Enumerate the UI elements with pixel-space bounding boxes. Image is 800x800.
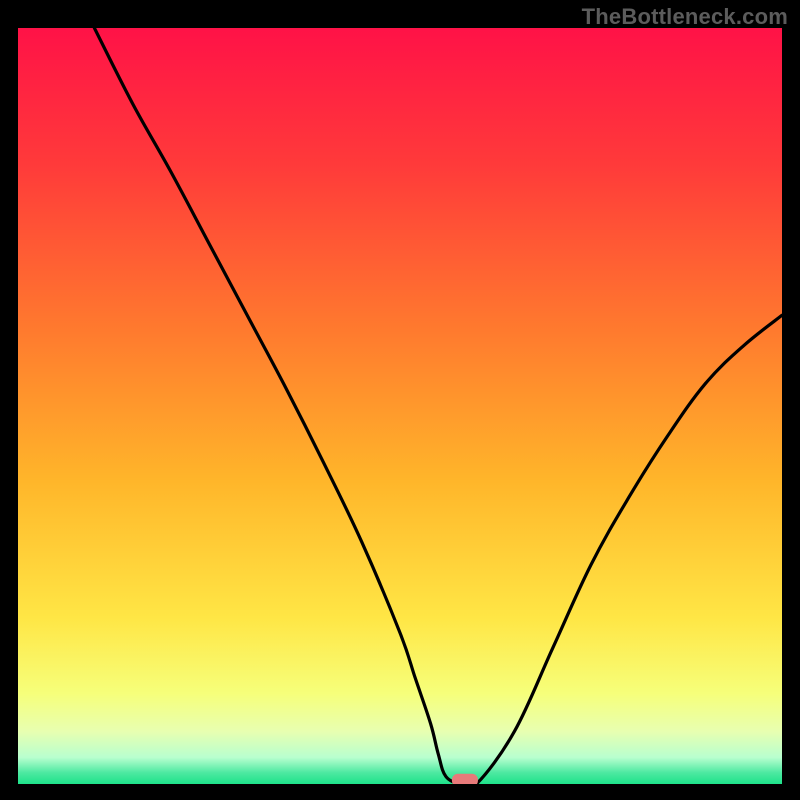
plot-area — [18, 28, 782, 784]
min-marker — [452, 774, 478, 784]
watermark-text: TheBottleneck.com — [582, 4, 788, 30]
chart-frame: TheBottleneck.com — [0, 0, 800, 800]
gradient-background — [18, 28, 782, 784]
bottleneck-plot — [18, 28, 782, 784]
